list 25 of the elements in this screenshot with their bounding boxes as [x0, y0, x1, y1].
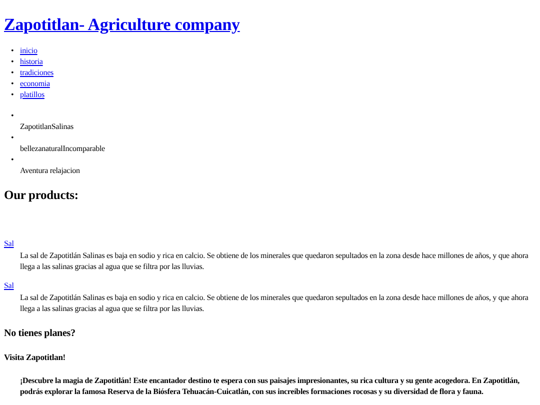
nav-link[interactable]: tradiciones — [20, 68, 54, 77]
nav-link[interactable]: historia — [20, 57, 43, 66]
feature-text: bellezanaturalIncomparable — [20, 143, 106, 154]
site-title-link[interactable]: Zapotitlan- Agriculture company — [4, 15, 240, 34]
product-description: La sal de Zapotitlán Salinas es baja en sodio y rica en calcio. Se obtiene de los minerales que quedaron sepultados en la zona desde hace millones de años, y que ahora llega a las salinas gracias al agua que se filtra por las lluvias. — [20, 250, 530, 272]
section-heading: Our products: — [4, 188, 80, 203]
bullet-icon: • — [11, 67, 20, 78]
subheading: Visita Zapotitlan! — [4, 352, 66, 363]
bullet-icon: • — [11, 110, 20, 121]
bullet-icon: • — [11, 89, 20, 100]
nav-link[interactable]: inicio — [20, 46, 38, 55]
bullet-icon: • — [11, 78, 20, 89]
section-heading: No tienes planes? — [4, 328, 76, 340]
bullet-icon: • — [11, 132, 20, 143]
product-link[interactable]: Sal — [4, 239, 14, 248]
product-description: La sal de Zapotitlán Salinas es baja en sodio y rica en calcio. Se obtiene de los minerales que quedaron sepultados en la zona desde hace millones de años, y que ahora llega a las salinas gracias al agua que se filtra por las lluvias. — [20, 292, 530, 314]
nav-link[interactable]: economia — [20, 79, 50, 88]
feature-text: Aventura relajacion — [20, 165, 81, 176]
feature-text: ZapotitlanSalinas — [20, 121, 74, 132]
product-link[interactable]: Sal — [4, 281, 14, 290]
bullet-icon: • — [11, 154, 20, 165]
bullet-icon: • — [11, 45, 20, 56]
visit-paragraph: ¡Descubre la magia de Zapotitlán! Este encantador destino te espera con sus paisajes impresionantes, su rica cultura y su gente acogedora. En Zapotitlán, podrás explorar la famosa Reserva de la Biósfera Tehuacán-Cuicatlán, con sus increíbles formaciones rocosas y su diversidad de flora y fauna. — [20, 375, 520, 397]
bullet-icon: • — [11, 56, 20, 67]
nav-link[interactable]: platillos — [20, 90, 44, 99]
